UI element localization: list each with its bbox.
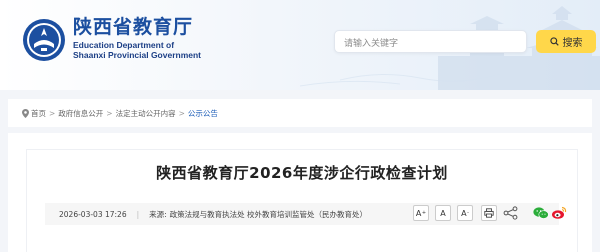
search-icon	[549, 37, 559, 46]
article-card: 陕西省教育厅2026年度涉企行政检查计划 2026-03-03 17:26 | …	[26, 149, 578, 252]
site-title-en-line1: Education Department of	[73, 40, 175, 50]
print-icon	[484, 208, 494, 218]
font-default-button[interactable]: A	[435, 205, 451, 221]
print-button[interactable]	[481, 205, 497, 221]
source-label: 来源:	[149, 209, 167, 219]
breadcrumb-separator: >	[106, 108, 113, 118]
breadcrumb: 首页 > 政府信息公开 > 法定主动公开内容 > 公示公告	[8, 99, 592, 127]
search-button[interactable]: 搜索	[536, 30, 596, 53]
site-header: 陕西省教育厅 Education Department of Shaanxi P…	[0, 0, 600, 90]
breadcrumb-item-government-info[interactable]: 政府信息公开	[58, 108, 103, 119]
site-title-en-line2: Shaanxi Provincial Government	[73, 50, 202, 60]
breadcrumb-home[interactable]: 首页	[22, 108, 46, 119]
weibo-icon[interactable]	[551, 206, 567, 220]
wechat-icon[interactable]	[533, 206, 549, 220]
site-title-cn: 陕西省教育厅	[73, 16, 194, 38]
article-title: 陕西省教育厅2026年度涉企行政检查计划	[156, 164, 448, 182]
education-department-emblem-icon[interactable]	[22, 18, 66, 62]
content-area: 陕西省教育厅2026年度涉企行政检查计划 2026-03-03 17:26 | …	[8, 133, 592, 252]
breadcrumb-item-statutory-disclosure[interactable]: 法定主动公开内容	[116, 108, 176, 119]
search-button-label: 搜索	[562, 38, 583, 49]
share-icon[interactable]	[503, 206, 519, 220]
breadcrumb-separator: >	[178, 108, 185, 118]
breadcrumb-item-announcements[interactable]: 公示公告	[188, 108, 218, 119]
breadcrumb-item-home[interactable]: 首页	[31, 108, 46, 119]
meta-divider: |	[136, 209, 140, 219]
breadcrumb-separator: >	[49, 108, 56, 118]
article-source: 政策法规与教育执法处 校外教育培训监管处（民办教育处）	[169, 209, 368, 219]
publish-date: 2026-03-03 17:26	[59, 209, 127, 219]
location-pin-icon	[22, 108, 29, 118]
font-decrease-button[interactable]: A-	[457, 205, 473, 221]
search-box	[334, 30, 527, 55]
search-input[interactable]	[335, 33, 526, 55]
font-increase-button[interactable]: A +	[413, 205, 429, 221]
